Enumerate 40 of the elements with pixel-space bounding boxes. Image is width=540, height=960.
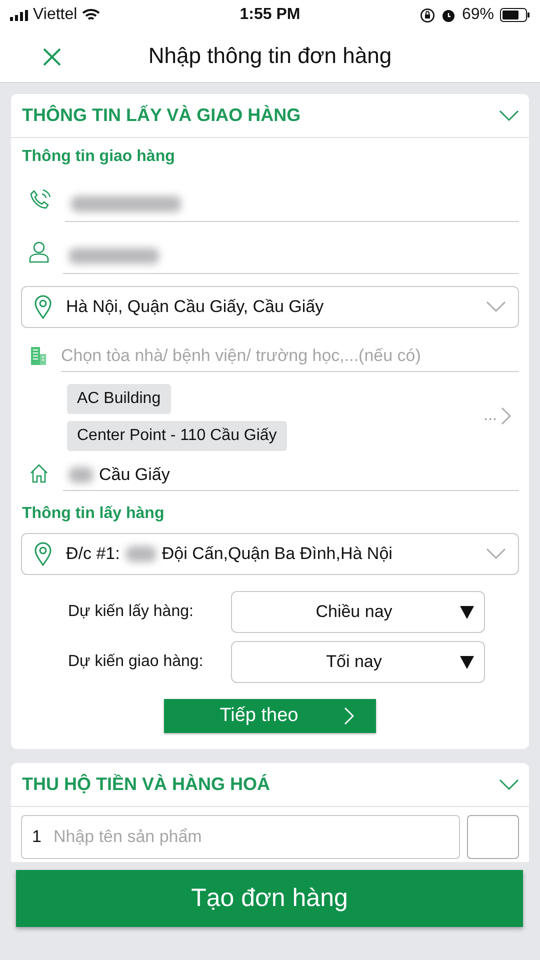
carrier-name: Viettel — [33, 6, 78, 24]
chevron-down-icon[interactable] — [486, 548, 506, 560]
chevron-down-icon[interactable] — [499, 110, 519, 122]
battery-percent: 69% — [462, 6, 494, 24]
wifi-icon — [82, 8, 100, 22]
subsection-heading: Thông tin giao hàng — [22, 148, 176, 166]
suggestion-chip[interactable]: Center Point - 110 Cầu Giấy — [67, 421, 287, 451]
section-title: THÔNG TIN LẤY VÀ GIAO HÀNG — [22, 105, 301, 126]
suggestion-chip[interactable]: AC Building — [67, 384, 171, 414]
area-dropdown[interactable]: Hà Nội, Quận Cầu Giấy, Cầu Giấy — [21, 286, 519, 328]
time-dropdown[interactable]: Chiều nay — [231, 591, 485, 633]
phone-icon — [29, 189, 51, 211]
pickup-address-dropdown[interactable]: Đ/c #1: Đội Cấn,Quận Ba Đình,Hà Nội — [21, 533, 519, 575]
signal-icon — [10, 10, 28, 20]
quantity-field[interactable] — [467, 815, 519, 859]
building-icon — [29, 346, 47, 366]
chevron-right-icon — [501, 407, 511, 425]
person-icon — [29, 241, 49, 263]
chevron-right-icon — [344, 707, 354, 725]
chevron-down-icon[interactable] — [486, 301, 506, 313]
home-icon — [29, 463, 49, 483]
field-label: Dự kiến giao hàng: — [68, 653, 204, 671]
dropdown-triangle-icon — [460, 656, 474, 668]
street-field[interactable]: Cầu Giấy — [63, 459, 519, 491]
clock-time: 1:55 PM — [240, 6, 300, 24]
subsection-heading: Thông tin lấy hàng — [22, 505, 166, 523]
dropdown-triangle-icon — [460, 606, 474, 618]
create-order-button[interactable]: Tạo đơn hàng — [16, 870, 523, 927]
section-title: THU HỘ TIỀN VÀ HÀNG HOÁ — [22, 774, 270, 795]
product-name-field[interactable]: 1 Nhập tên sản phẩm — [21, 815, 460, 859]
rotation-lock-icon — [420, 8, 435, 22]
location-pin-icon — [34, 295, 52, 319]
field-label: Dự kiến lấy hàng: — [68, 603, 194, 621]
screen-title: Nhập thông tin đơn hàng — [148, 43, 392, 69]
location-pin-icon — [34, 542, 52, 566]
chevron-down-icon[interactable] — [499, 778, 519, 790]
time-dropdown[interactable]: Tối nay — [231, 641, 485, 683]
next-button[interactable]: Tiếp theo — [164, 699, 376, 733]
alarm-icon — [440, 8, 456, 22]
battery-icon — [500, 8, 530, 22]
